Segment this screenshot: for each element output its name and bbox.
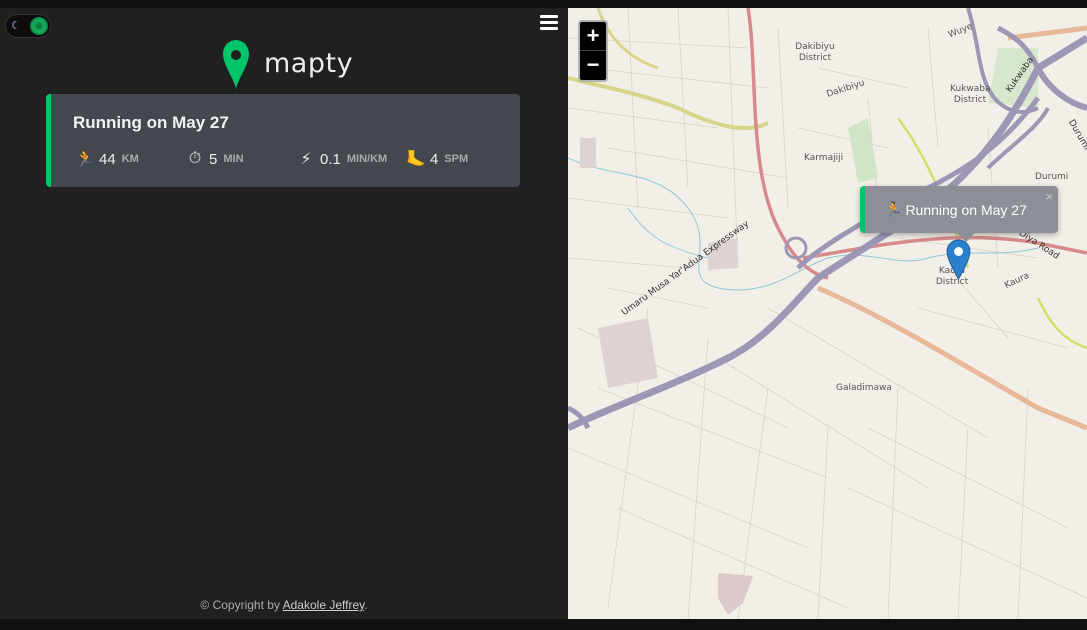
moon-icon: ☾ bbox=[11, 20, 21, 32]
workout-card[interactable]: Running on May 27 🏃 44 KM ⏱ 5 MIN ⚡ 0.1 … bbox=[46, 94, 520, 187]
author-link[interactable]: Adakole Jeffrey bbox=[283, 598, 365, 612]
duration-value: 5 bbox=[209, 150, 218, 168]
lightning-icon: ⚡ bbox=[300, 151, 312, 168]
top-bar bbox=[0, 0, 1087, 8]
label-dakibiyu-district: Dakibiyu District bbox=[795, 42, 835, 63]
label-karmajiji: Karmajiji bbox=[804, 153, 844, 163]
workout-detail-pace: ⚡ 0.1 MIN/KM bbox=[296, 149, 387, 169]
map-pin-icon bbox=[223, 40, 249, 90]
label-durumi: Durumi bbox=[1035, 172, 1069, 182]
workout-detail-distance: 🏃 44 KM bbox=[75, 149, 139, 169]
cadence-value: 4 bbox=[430, 150, 439, 168]
popup-close-button[interactable]: × bbox=[1045, 189, 1053, 204]
popup-content: 🏃 Running on May 27 bbox=[885, 201, 1027, 218]
distance-unit: KM bbox=[121, 153, 139, 165]
duration-unit: MIN bbox=[223, 153, 244, 165]
pace-value: 0.1 bbox=[320, 150, 341, 168]
toggle-knob bbox=[30, 17, 48, 35]
pace-unit: MIN/KM bbox=[346, 153, 388, 165]
logo-text: mapty bbox=[264, 48, 354, 79]
copyright: © Copyright by Adakole Jeffrey. bbox=[200, 598, 368, 612]
distance-value: 44 bbox=[99, 150, 116, 168]
workout-title: Running on May 27 bbox=[73, 113, 229, 132]
zoom-out-button[interactable]: − bbox=[580, 51, 606, 80]
cadence-unit: SPM bbox=[444, 153, 469, 165]
foot-icon: 🦶 bbox=[406, 151, 426, 168]
hamburger-icon bbox=[540, 15, 558, 18]
stopwatch-icon: ⏱ bbox=[188, 150, 202, 167]
popup-text: Running on May 27 bbox=[905, 201, 1027, 218]
menu-button[interactable] bbox=[540, 15, 558, 31]
workout-popup[interactable]: 🏃 Running on May 27 × bbox=[860, 186, 1058, 242]
label-kukwaba-district: Kukwaba District bbox=[950, 84, 991, 105]
workout-detail-duration: ⏱ 5 MIN bbox=[185, 149, 244, 169]
logo: mapty bbox=[222, 38, 354, 92]
zoom-control: + − bbox=[578, 20, 608, 82]
label-galadimawa: Galadimawa bbox=[836, 383, 892, 393]
runner-icon: 🏃 bbox=[75, 151, 95, 168]
map[interactable]: Dakibiyu District Dakibiyu Kukwaba Distr… bbox=[568, 8, 1087, 619]
workout-detail-cadence: 🦶 4 SPM bbox=[406, 149, 468, 169]
sidebar: ☾ mapty Running on May 27 🏃 44 KM ⏱ 5 MI… bbox=[0, 8, 568, 619]
runner-icon: 🏃 bbox=[885, 201, 903, 217]
zoom-in-button[interactable]: + bbox=[580, 22, 606, 51]
map-marker-icon[interactable] bbox=[946, 239, 971, 280]
bottom-bar bbox=[0, 619, 1087, 630]
theme-toggle[interactable]: ☾ bbox=[5, 14, 51, 38]
